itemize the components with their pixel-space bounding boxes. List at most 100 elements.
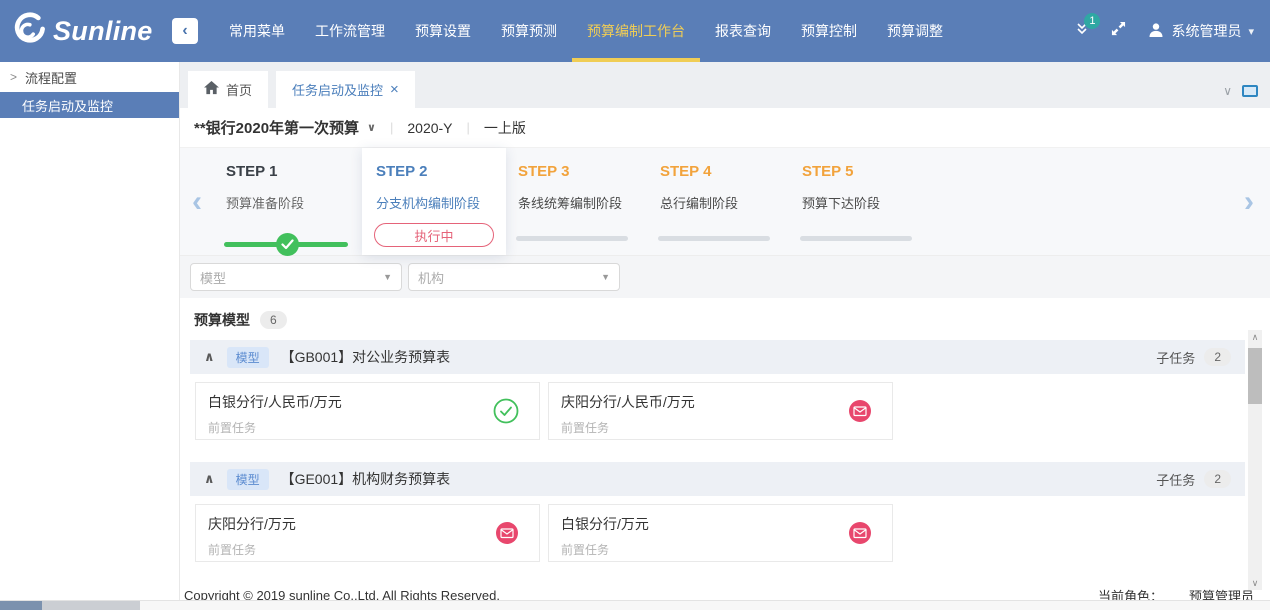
sidebar-item-process-config[interactable]: > 流程配置: [0, 62, 179, 92]
step-1[interactable]: STEP 1 预算准备阶段: [214, 148, 362, 255]
step-progress-bar: [516, 236, 628, 241]
step-number: STEP 3: [518, 163, 648, 180]
nav-item-budget-forecast[interactable]: 预算预测: [486, 0, 572, 62]
budget-selector[interactable]: **银行2020年第一次预算 ∨: [194, 117, 376, 138]
section-title: 预算模型: [194, 310, 250, 330]
window-maximize-icon[interactable]: [1242, 85, 1258, 97]
notifications-button[interactable]: 1: [1075, 22, 1089, 41]
step-label: 总行编制阶段: [660, 193, 790, 212]
task-card[interactable]: 庆阳分行/人民币/万元 前置任务: [548, 382, 893, 440]
step-label: 分支机构编制阶段: [376, 193, 506, 212]
home-icon: [204, 81, 219, 98]
tab-bar: 首页 任务启动及监控 × ∨: [180, 62, 1270, 108]
task-subtitle: 前置任务: [561, 541, 880, 558]
close-icon[interactable]: ×: [390, 82, 399, 97]
nav-item-common-menu[interactable]: 常用菜单: [214, 0, 300, 62]
step-3[interactable]: STEP 3 条线统筹编制阶段: [506, 148, 648, 255]
nav-item-budget-adjust[interactable]: 预算调整: [872, 0, 958, 62]
user-menu[interactable]: 系统管理员 ▾: [1148, 21, 1254, 41]
sidebar-item-label: 任务启动及监控: [22, 96, 113, 115]
chevron-down-icon: ∨: [367, 121, 376, 134]
chevron-up-icon[interactable]: ∧: [204, 349, 215, 365]
menu-collapse-button[interactable]: ‹: [172, 18, 198, 44]
mail-status-icon: [848, 521, 872, 545]
logo-text: Sunline: [53, 16, 153, 47]
main-area: 首页 任务启动及监控 × ∨ **银行2020年第一次预算 ∨ | 2020-Y…: [180, 62, 1270, 610]
step-label: 条线统筹编制阶段: [518, 193, 648, 212]
scroll-up-icon[interactable]: ∧: [1248, 330, 1262, 344]
task-title: 白银分行/万元: [561, 514, 880, 534]
model-count-badge: 6: [260, 311, 287, 329]
step-progress-bar: [800, 236, 912, 241]
model-group-ge001: ∧ 模型 【GE001】机构财务预算表 子任务 2 庆阳分行/万元 前置任务: [190, 462, 1245, 570]
task-subtitle: 前置任务: [208, 541, 527, 558]
nav-item-report-query[interactable]: 报表查询: [700, 0, 786, 62]
task-subtitle: 前置任务: [208, 419, 527, 436]
user-icon: [1148, 22, 1164, 41]
expand-arrows-icon: [1111, 21, 1126, 41]
horizontal-scrollbar[interactable]: [0, 600, 1270, 610]
running-status-pill: 执行中: [374, 223, 494, 247]
task-title: 庆阳分行/万元: [208, 514, 527, 534]
mail-status-icon: [495, 521, 519, 545]
steps-next-button[interactable]: ›: [1232, 148, 1266, 255]
step-5[interactable]: STEP 5 预算下达阶段: [790, 148, 932, 255]
nav-item-workflow[interactable]: 工作流管理: [300, 0, 400, 62]
notification-badge: 1: [1084, 13, 1100, 29]
step-4[interactable]: STEP 4 总行编制阶段: [648, 148, 790, 255]
chevron-down-icon: ▼: [601, 272, 610, 282]
scroll-down-icon[interactable]: ∨: [1248, 576, 1262, 590]
subtask-info: 子任务 2: [1156, 470, 1231, 489]
step-number: STEP 1: [226, 163, 362, 180]
nav-item-budget-settings[interactable]: 预算设置: [400, 0, 486, 62]
vertical-scrollbar[interactable]: ∧ ∨: [1248, 330, 1262, 590]
model-group-gb001: ∧ 模型 【GB001】对公业务预算表 子任务 2 白银分行/人民币/万元 前置…: [190, 340, 1245, 448]
steps-prev-button[interactable]: ‹: [180, 148, 214, 255]
task-card[interactable]: 白银分行/万元 前置任务: [548, 504, 893, 562]
navbar-right-tools: 1 系统管理员 ▾: [1075, 0, 1270, 62]
step-number: STEP 5: [802, 163, 932, 180]
fullscreen-button[interactable]: [1111, 21, 1126, 41]
group-title: 【GB001】对公业务预算表: [281, 347, 451, 367]
left-sidebar: > 流程配置 任务启动及监控: [0, 62, 180, 600]
step-2[interactable]: STEP 2 分支机构编制阶段 执行中: [362, 148, 506, 255]
tab-task-monitor[interactable]: 任务启动及监控 ×: [276, 71, 415, 108]
task-title: 庆阳分行/人民币/万元: [561, 392, 880, 412]
chevron-up-icon[interactable]: ∧: [204, 471, 215, 487]
task-card[interactable]: 白银分行/人民币/万元 前置任务: [195, 382, 540, 440]
success-check-icon: [493, 398, 519, 424]
section-header: 预算模型 6: [194, 310, 1245, 330]
group-header[interactable]: ∧ 模型 【GE001】机构财务预算表 子任务 2: [190, 462, 1245, 496]
org-select[interactable]: 机构 ▼: [408, 263, 620, 291]
chevron-down-icon: ▼: [383, 272, 392, 282]
hscroll-accent[interactable]: [0, 601, 42, 610]
sidebar-item-task-monitor[interactable]: 任务启动及监控: [0, 92, 179, 118]
step-progress-bar: [658, 236, 770, 241]
model-select-placeholder: 模型: [200, 268, 226, 287]
step-number: STEP 4: [660, 163, 790, 180]
org-select-placeholder: 机构: [418, 268, 444, 287]
model-select[interactable]: 模型 ▼: [190, 263, 402, 291]
budget-period: 2020-Y: [407, 120, 452, 136]
top-navbar: Sunline ‹ 常用菜单 工作流管理 预算设置 预算预测 预算编制工作台 报…: [0, 0, 1270, 62]
model-tag-badge: 模型: [227, 469, 269, 490]
hscroll-thumb[interactable]: [42, 601, 140, 610]
group-title: 【GE001】机构财务预算表: [281, 469, 451, 489]
subtask-count-badge: 2: [1204, 348, 1231, 366]
chevron-left-icon: ‹: [182, 23, 187, 39]
group-header[interactable]: ∧ 模型 【GB001】对公业务预算表 子任务 2: [190, 340, 1245, 374]
task-card[interactable]: 庆阳分行/万元 前置任务: [195, 504, 540, 562]
tab-home-label: 首页: [226, 80, 252, 99]
nav-item-budget-control[interactable]: 预算控制: [786, 0, 872, 62]
divider: |: [390, 120, 393, 135]
budget-name: **银行2020年第一次预算: [194, 117, 359, 138]
step-complete-icon: [276, 233, 299, 256]
chevron-down-icon: ▾: [1248, 25, 1254, 38]
step-progress: [224, 234, 348, 239]
nav-item-budget-workbench[interactable]: 预算编制工作台: [572, 0, 700, 62]
app-window: Sunline ‹ 常用菜单 工作流管理 预算设置 预算预测 预算编制工作台 报…: [0, 0, 1270, 610]
tab-home[interactable]: 首页: [188, 71, 268, 108]
chevron-down-icon[interactable]: ∨: [1223, 84, 1232, 98]
scrollbar-thumb[interactable]: [1248, 348, 1262, 404]
step-label: 预算准备阶段: [226, 193, 362, 212]
